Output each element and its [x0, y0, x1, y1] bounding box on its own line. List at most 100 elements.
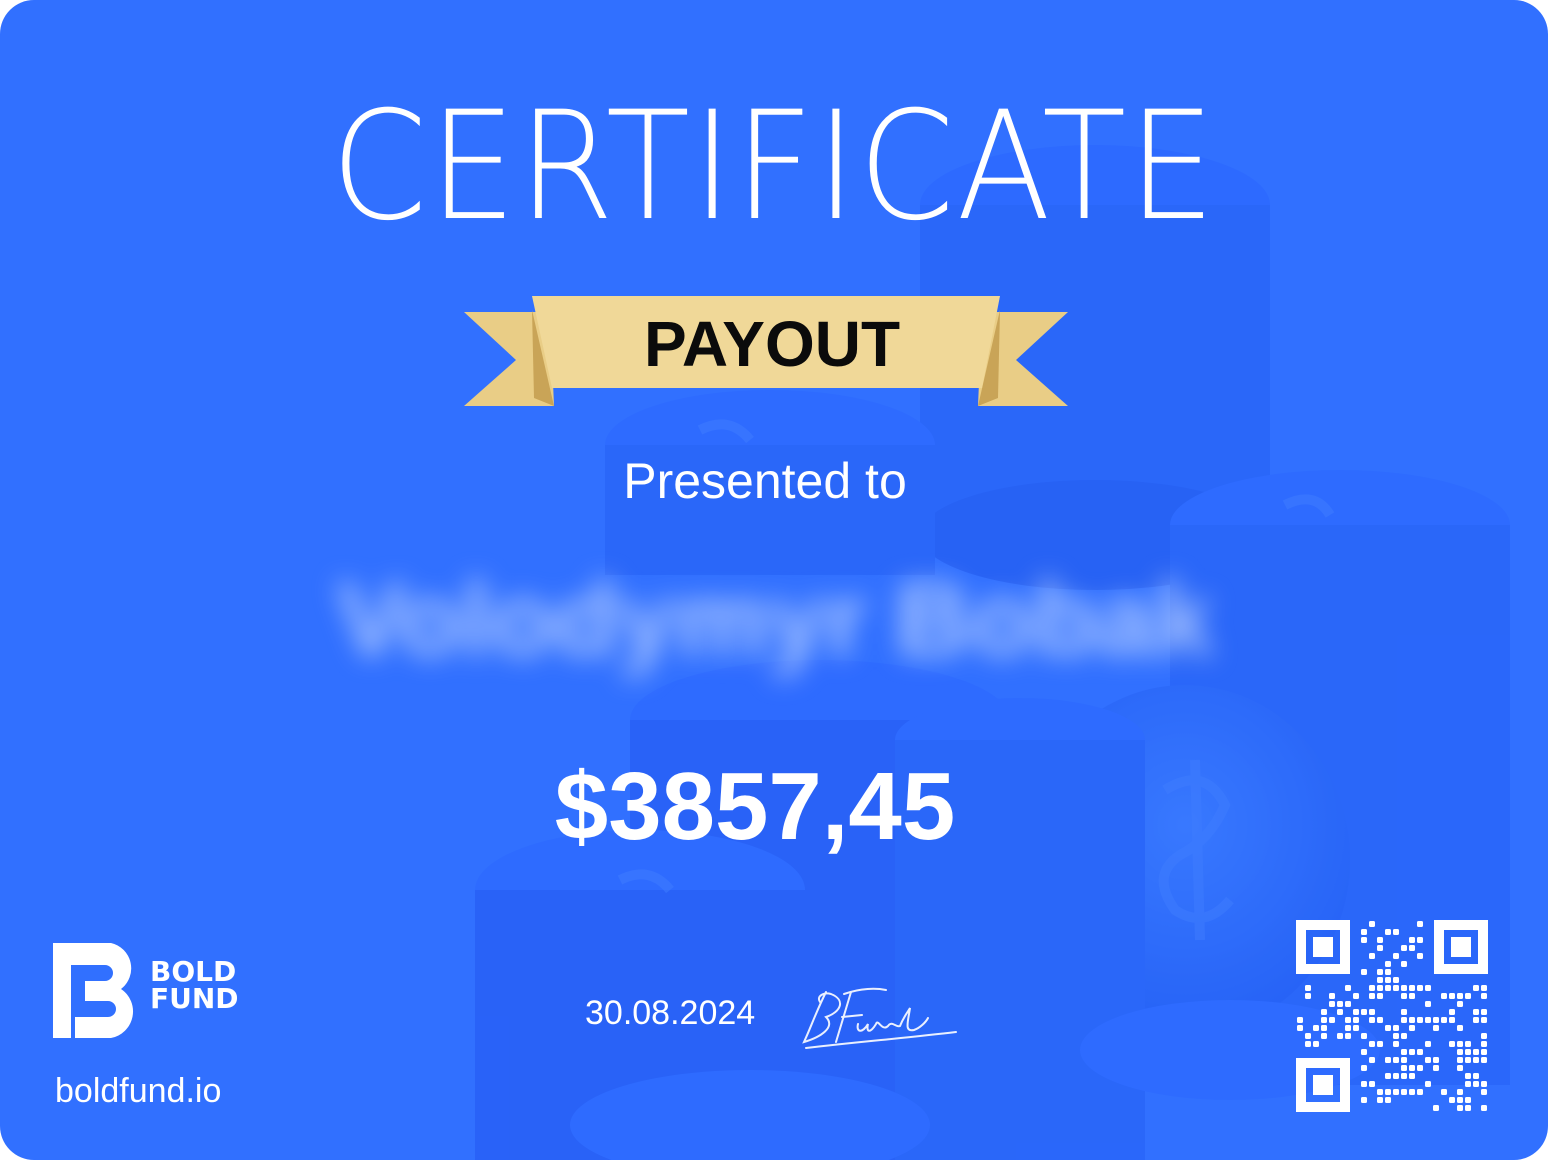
qr-module: [1457, 1025, 1463, 1031]
qr-module: [1361, 929, 1367, 935]
qr-module: [1425, 1017, 1431, 1023]
qr-module: [1409, 937, 1415, 943]
signature-image: [802, 987, 957, 1049]
qr-module: [1353, 1017, 1359, 1023]
qr-module: [1417, 1089, 1423, 1095]
website-link[interactable]: boldfund.io: [55, 1072, 221, 1111]
qr-module: [1361, 1065, 1367, 1071]
qr-module: [1481, 1041, 1487, 1047]
qr-module: [1369, 1009, 1375, 1015]
qr-module: [1337, 1001, 1343, 1007]
qr-module: [1305, 1033, 1311, 1039]
qr-module: [1345, 1025, 1351, 1031]
qr-module: [1385, 929, 1391, 935]
qr-module: [1385, 977, 1391, 983]
qr-module: [1417, 1049, 1423, 1055]
qr-module: [1377, 1017, 1383, 1023]
qr-module: [1393, 1041, 1399, 1047]
recipient-name: Volodymyr Bobak: [336, 562, 1214, 678]
qr-module: [1457, 1089, 1463, 1095]
qr-module: [1417, 937, 1423, 943]
qr-module: [1305, 1041, 1311, 1047]
qr-module: [1473, 1057, 1479, 1063]
qr-module: [1393, 977, 1399, 983]
qr-module: [1297, 1017, 1303, 1023]
qr-module: [1481, 1089, 1487, 1095]
qr-module: [1321, 1025, 1327, 1031]
qr-module: [1457, 1049, 1463, 1055]
qr-module: [1377, 969, 1383, 975]
qr-module: [1353, 1009, 1359, 1015]
qr-module: [1401, 1017, 1407, 1023]
qr-module: [1457, 993, 1463, 999]
qr-module: [1441, 1089, 1447, 1095]
boldfund-logo-icon: [53, 943, 134, 1038]
qr-module: [1369, 953, 1375, 959]
qr-module: [1457, 1057, 1463, 1063]
qr-module: [1393, 985, 1399, 991]
qr-module: [1425, 1041, 1431, 1047]
qr-code[interactable]: [1296, 920, 1488, 1112]
qr-module: [1353, 993, 1359, 999]
qr-module: [1353, 1025, 1359, 1031]
qr-module: [1369, 993, 1375, 999]
qr-module: [1313, 1041, 1319, 1047]
qr-module: [1481, 985, 1487, 991]
qr-module: [1409, 1017, 1415, 1023]
qr-module: [1465, 1073, 1471, 1079]
issue-date: 30.08.2024: [585, 994, 756, 1032]
brand-wordmark: BOLD FUND: [150, 958, 239, 1013]
qr-module: [1401, 945, 1407, 951]
qr-module: [1449, 1017, 1455, 1023]
qr-module: [1481, 1049, 1487, 1055]
qr-module: [1425, 1057, 1431, 1063]
qr-module: [1321, 1009, 1327, 1015]
qr-module: [1377, 945, 1383, 951]
qr-module: [1385, 961, 1391, 967]
qr-module: [1401, 1073, 1407, 1079]
qr-module: [1417, 1017, 1423, 1023]
qr-module: [1409, 1065, 1415, 1071]
payout-amount: $3857,45: [554, 753, 956, 860]
qr-module: [1337, 1009, 1343, 1015]
qr-module: [1449, 1097, 1455, 1103]
qr-module: [1449, 1009, 1455, 1015]
qr-module: [1393, 953, 1399, 959]
qr-module: [1393, 1073, 1399, 1079]
qr-module: [1433, 1025, 1439, 1031]
qr-module: [1409, 1089, 1415, 1095]
qr-module: [1449, 1041, 1455, 1047]
qr-module: [1481, 1017, 1487, 1023]
qr-module: [1385, 985, 1391, 991]
qr-module: [1337, 1033, 1343, 1039]
qr-module: [1369, 1081, 1375, 1087]
qr-module: [1377, 937, 1383, 943]
certificate-title: CERTIFICATE: [330, 80, 1218, 254]
qr-module: [1417, 953, 1423, 959]
qr-module: [1401, 1033, 1407, 1039]
qr-module: [1329, 1017, 1335, 1023]
qr-module: [1401, 1057, 1407, 1063]
qr-module: [1321, 1033, 1327, 1039]
qr-module: [1361, 1097, 1367, 1103]
qr-module: [1417, 1065, 1423, 1071]
qr-module: [1433, 1065, 1439, 1071]
qr-module: [1401, 993, 1407, 999]
qr-module: [1425, 1001, 1431, 1007]
qr-module: [1473, 1073, 1479, 1079]
qr-module: [1361, 1081, 1367, 1087]
qr-module: [1385, 969, 1391, 975]
qr-module: [1377, 1097, 1383, 1103]
qr-module: [1361, 1049, 1367, 1055]
qr-module: [1361, 1009, 1367, 1015]
qr-module: [1465, 1081, 1471, 1087]
qr-module: [1377, 1089, 1383, 1095]
qr-module: [1465, 1097, 1471, 1103]
qr-module: [1473, 985, 1479, 991]
qr-module: [1401, 985, 1407, 991]
qr-module: [1401, 961, 1407, 967]
qr-module: [1393, 1057, 1399, 1063]
qr-module: [1297, 1025, 1303, 1031]
qr-module: [1481, 1057, 1487, 1063]
payout-badge: PAYOUT: [643, 308, 901, 380]
